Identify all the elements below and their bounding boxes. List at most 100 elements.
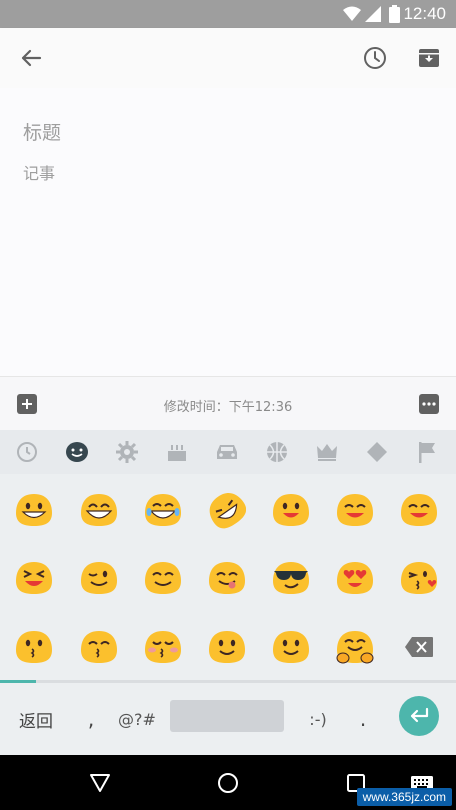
emoji-category-bar — [0, 430, 456, 474]
category-recent[interactable] — [2, 430, 52, 474]
nav-home-button[interactable] — [208, 763, 248, 803]
emoji-panel — [0, 474, 456, 680]
symbols-key[interactable]: @?# — [112, 683, 162, 755]
keyboard-bottom-row: 返回 , @?# :-) . — [0, 683, 456, 755]
category-celebration[interactable] — [152, 430, 202, 474]
car-icon — [217, 445, 237, 459]
period-key[interactable]: . — [348, 683, 378, 755]
nav-back-button[interactable] — [80, 763, 120, 803]
emoticon-key-label: :-) — [309, 709, 327, 729]
emoji-joy[interactable] — [144, 493, 182, 527]
note-editor[interactable]: 标题 记事 — [0, 88, 456, 376]
clock-icon — [364, 47, 386, 69]
emoticon-key[interactable]: :-) — [296, 683, 340, 755]
emoji-hugging[interactable] — [336, 630, 374, 664]
battery-icon — [389, 5, 400, 23]
wifi-icon — [343, 6, 361, 21]
note-bottom-bar: 修改时间：下午12:36 — [0, 376, 456, 430]
emoji-kissing[interactable] — [15, 630, 53, 664]
yum-emoji-icon — [209, 562, 245, 594]
gear-icon — [116, 441, 138, 463]
emoji-sweat-smile[interactable] — [400, 493, 438, 527]
reminder-button[interactable] — [355, 38, 395, 78]
kissing-heart-emoji-icon — [401, 562, 437, 594]
emoji-slight-smile[interactable] — [208, 630, 246, 664]
app-bar — [0, 28, 456, 88]
arrow-left-icon — [21, 49, 42, 67]
kissing-smiling-eyes-emoji-icon — [81, 631, 117, 663]
emoji-smiley[interactable] — [272, 493, 310, 527]
kissing-emoji-icon — [16, 631, 52, 663]
category-flags[interactable] — [402, 430, 452, 474]
wink-emoji-icon — [81, 562, 117, 594]
category-smileys[interactable] — [52, 430, 102, 474]
symbols-key-label: @?# — [118, 709, 156, 729]
enter-key[interactable] — [399, 696, 439, 736]
status-bar: 12:40 — [0, 0, 456, 28]
slight-smile-emoji-icon — [209, 631, 245, 663]
comma-key-label: , — [87, 707, 95, 731]
heart-eyes-emoji-icon — [337, 562, 373, 594]
more-button[interactable] — [419, 394, 439, 414]
back-button[interactable] — [11, 38, 51, 78]
diamond-icon — [367, 442, 387, 462]
back-key[interactable]: 返回 — [8, 683, 64, 755]
category-objects[interactable] — [102, 430, 152, 474]
emoji-sunglasses[interactable] — [272, 561, 310, 595]
cake-icon — [168, 445, 186, 461]
circle-home-icon — [218, 773, 238, 793]
archive-icon — [419, 49, 439, 67]
emoji-blush[interactable] — [144, 561, 182, 595]
emoji-grinning[interactable] — [15, 493, 53, 527]
watermark: www.365jz.com — [356, 788, 452, 806]
emoji-beaming[interactable] — [80, 493, 118, 527]
clock-icon — [17, 442, 37, 462]
emoji-wink[interactable] — [80, 561, 118, 595]
hugging-emoji-icon — [336, 631, 374, 664]
emoji-yum[interactable] — [208, 561, 246, 595]
rofl-emoji-icon — [209, 493, 247, 529]
smile-emoji-icon — [337, 494, 373, 526]
smiley-icon — [66, 442, 88, 462]
spacebar[interactable] — [170, 700, 284, 732]
note-input[interactable]: 记事 — [23, 160, 55, 184]
archive-button[interactable] — [409, 38, 449, 78]
grinning-emoji-icon — [16, 494, 52, 526]
kissing-closed-eyes-emoji-icon — [145, 631, 181, 663]
category-symbols[interactable] — [352, 430, 402, 474]
crown-icon — [317, 444, 337, 461]
laughing-emoji-icon — [16, 562, 52, 594]
blush-emoji-icon — [145, 562, 181, 594]
back-key-label: 返回 — [19, 711, 53, 732]
emoji-kissing-smiling-eyes[interactable] — [80, 630, 118, 664]
comma-key[interactable]: , — [76, 683, 106, 755]
emoji-kissing-closed-eyes[interactable] — [144, 630, 182, 664]
more-horiz-icon — [422, 402, 436, 406]
delete-key[interactable] — [404, 636, 434, 662]
emoji-kissing-heart[interactable] — [400, 561, 438, 595]
signal-icon — [365, 6, 381, 22]
emoji-smile[interactable] — [336, 493, 374, 527]
emoji-rofl[interactable] — [208, 491, 247, 529]
basketball-icon — [267, 442, 287, 462]
beaming-emoji-icon — [81, 494, 117, 526]
flag-icon — [419, 442, 435, 463]
sweat-smile-emoji-icon — [401, 494, 437, 526]
triangle-back-icon — [90, 774, 110, 792]
status-time: 12:40 — [403, 4, 446, 23]
edited-time: 修改时间：下午12:36 — [163, 400, 293, 415]
joy-emoji-icon — [145, 494, 181, 526]
emoji-smile-plain[interactable] — [272, 630, 310, 664]
category-crown[interactable] — [302, 430, 352, 474]
sunglasses-emoji-icon — [273, 562, 309, 594]
category-travel[interactable] — [202, 430, 252, 474]
title-input[interactable]: 标题 — [23, 118, 61, 145]
emoji-laughing[interactable] — [15, 561, 53, 595]
emoji-heart-eyes[interactable] — [336, 561, 374, 595]
smiley-emoji-icon — [273, 494, 309, 526]
enter-icon — [410, 707, 429, 723]
smile-plain-emoji-icon — [273, 631, 309, 663]
system-nav-bar: www.365jz.com — [0, 755, 456, 810]
period-key-label: . — [359, 707, 367, 731]
category-sports[interactable] — [252, 430, 302, 474]
